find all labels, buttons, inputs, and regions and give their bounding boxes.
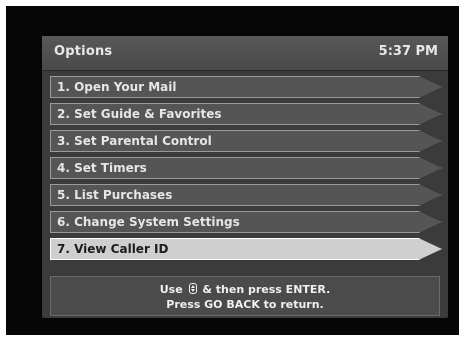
up-down-arrow-icon	[188, 283, 197, 294]
help-line-navigate: Use & then press ENTER.	[51, 283, 439, 296]
menu-item-label: 7. View Caller ID	[57, 242, 169, 256]
tv-screen: Options 5:37 PM 1. Open Your Mail 2. Set…	[6, 6, 459, 335]
menu-item-label: 6. Change System Settings	[57, 215, 240, 229]
help-use-text: Use	[159, 283, 183, 296]
menu-item-label: 2. Set Guide & Favorites	[57, 107, 222, 121]
help-enter-text: & then press ENTER.	[202, 283, 331, 296]
menu-item-label: 1. Open Your Mail	[57, 80, 177, 94]
options-header: Options 5:37 PM	[42, 36, 448, 71]
clock-time: 5:37 PM	[378, 44, 438, 59]
menu-item-label: 4. Set Timers	[57, 161, 147, 175]
menu-item-open-mail[interactable]: 1. Open Your Mail	[50, 76, 442, 98]
menu-item-system-settings[interactable]: 6. Change System Settings	[50, 211, 442, 233]
options-panel: Options 5:37 PM 1. Open Your Mail 2. Set…	[42, 36, 448, 318]
menu-item-label: 5. List Purchases	[57, 188, 173, 202]
menu-item-set-timers[interactable]: 4. Set Timers	[50, 157, 442, 179]
options-menu: 1. Open Your Mail 2. Set Guide & Favorit…	[50, 76, 442, 265]
help-line-back: Press GO BACK to return.	[166, 298, 324, 311]
help-box: Use & then press ENTER. Press GO BACK to…	[50, 276, 440, 316]
menu-item-parental-control[interactable]: 3. Set Parental Control	[50, 130, 442, 152]
menu-item-guide-favorites[interactable]: 2. Set Guide & Favorites	[50, 103, 442, 125]
menu-item-label: 3. Set Parental Control	[57, 134, 212, 148]
menu-item-list-purchases[interactable]: 5. List Purchases	[50, 184, 442, 206]
page-title: Options	[54, 44, 113, 59]
menu-item-caller-id[interactable]: 7. View Caller ID	[50, 238, 442, 260]
